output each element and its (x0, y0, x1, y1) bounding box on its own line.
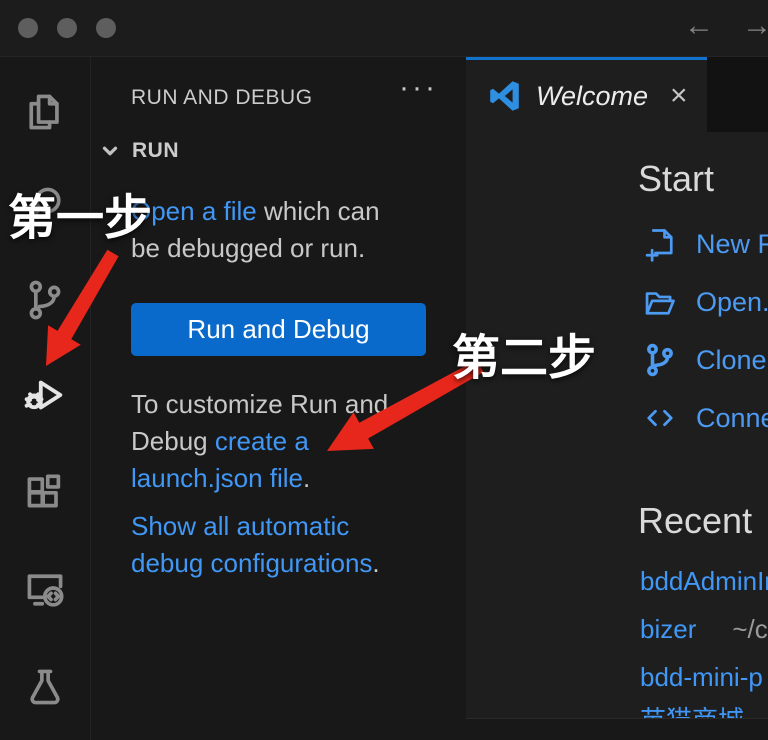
customize-hint: To customize Run and Debug create a laun… (131, 386, 441, 497)
hint-text: Debug (131, 426, 215, 456)
remote-connect-icon (642, 400, 678, 436)
recent-item-path: ~/co (732, 614, 768, 644)
hint-text: which can (257, 196, 380, 226)
show-configs-hint: Show all automatic debug configurations. (131, 508, 441, 582)
activity-extensions-icon[interactable] (0, 471, 90, 519)
start-item-label: Open... (696, 287, 768, 318)
window-zoom-button[interactable] (96, 18, 116, 38)
run-section-label: RUN (132, 139, 179, 163)
start-open[interactable]: Open... (642, 282, 768, 322)
start-connect-to[interactable]: Connect to... (642, 398, 768, 438)
recent-item[interactable]: 苗猫商城 (640, 700, 768, 718)
run-and-debug-button[interactable]: Run and Debug (131, 303, 426, 356)
open-folder-icon (642, 284, 678, 320)
activity-testing-icon[interactable] (0, 663, 90, 711)
run-section-header[interactable]: RUN (99, 139, 179, 163)
recent-item-link[interactable]: bdd-mini-p (640, 662, 763, 692)
tab-welcome[interactable]: Welcome × (466, 57, 707, 132)
activity-run-debug-icon[interactable] (0, 371, 90, 419)
start-item-label: Clone Git Repository... (696, 345, 768, 376)
create-launch-json-link[interactable]: launch.json file (131, 463, 303, 493)
hint-text: . (303, 463, 310, 493)
recent-item[interactable]: bddAdminIn (640, 566, 768, 597)
step1-label: 第一步 (8, 178, 152, 248)
editor-group: Welcome × Start New File... Open... (466, 57, 768, 740)
tab-close-icon[interactable]: × (670, 81, 688, 111)
run-debug-sidebar: RUN AND DEBUG ··· RUN Open a file which … (90, 57, 466, 740)
start-item-label: New File... (696, 229, 768, 260)
nav-back-icon[interactable]: ← (684, 6, 714, 46)
window-minimize-button[interactable] (57, 18, 77, 38)
activity-source-control-icon[interactable] (0, 276, 90, 324)
hint-text: be debugged or run. (131, 233, 365, 263)
more-actions-icon[interactable]: ··· (399, 71, 438, 105)
start-new-file[interactable]: New File... (642, 224, 768, 264)
welcome-page: Start New File... Open... Clone Git Repo… (466, 132, 768, 718)
create-launch-json-link[interactable]: create a (215, 426, 309, 456)
hint-text: To customize Run and (131, 389, 388, 419)
activity-bar (0, 57, 90, 740)
window-close-button[interactable] (18, 18, 38, 38)
editor-bottom-strip (466, 718, 768, 740)
recent-item[interactable]: bdd-mini-p (640, 662, 768, 693)
title-bar: ← → (0, 0, 768, 57)
recent-heading: Recent (638, 500, 752, 542)
step2-label: 第二步 (452, 318, 596, 388)
open-file-hint: Open a file which can be debugged or run… (131, 193, 441, 267)
vscode-logo-icon (488, 79, 522, 113)
start-item-label: Connect to... (696, 403, 768, 434)
start-clone-repo[interactable]: Clone Git Repository... (642, 340, 768, 380)
vscode-window: ← → (0, 0, 768, 740)
nav-forward-icon[interactable]: → (742, 6, 768, 46)
start-heading: Start (638, 158, 714, 200)
hint-text: . (372, 548, 379, 578)
recent-item-link[interactable]: bizer (640, 614, 696, 644)
new-file-icon (642, 226, 678, 262)
recent-item-link[interactable]: 苗猫商城 (640, 705, 744, 718)
show-debug-configs-link[interactable]: Show all automatic (131, 511, 349, 541)
tab-label: Welcome (536, 81, 648, 112)
sidebar-title: RUN AND DEBUG (131, 86, 313, 110)
chevron-down-icon (99, 140, 121, 162)
show-debug-configs-link[interactable]: debug configurations (131, 548, 372, 578)
activity-remote-explorer-icon[interactable] (0, 566, 90, 614)
git-branch-icon (642, 342, 678, 378)
activity-explorer-icon[interactable] (0, 88, 90, 136)
tab-strip: Welcome × (466, 57, 768, 132)
recent-item[interactable]: bizer ~/co (640, 614, 768, 645)
recent-item-link[interactable]: bddAdminIn (640, 566, 768, 596)
